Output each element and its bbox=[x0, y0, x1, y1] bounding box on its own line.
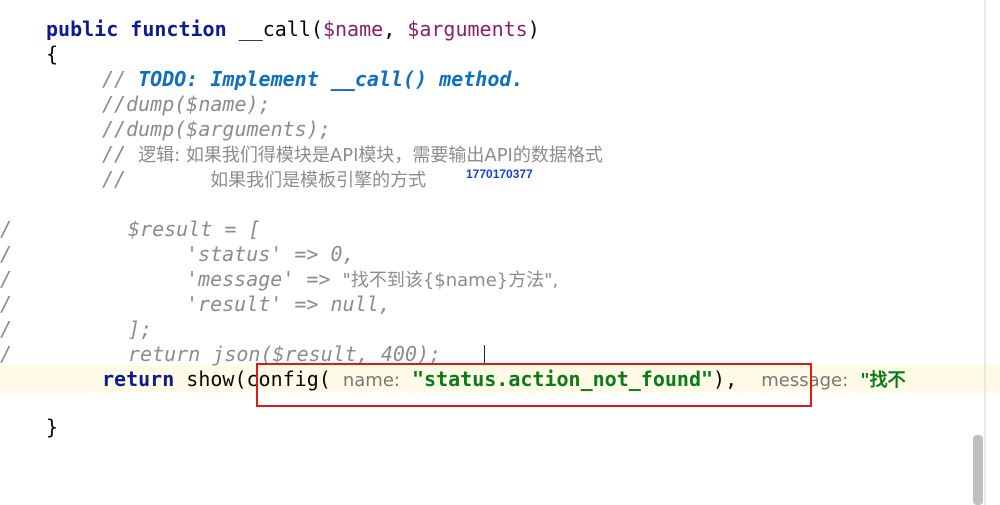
comment-prefix: // bbox=[102, 167, 127, 191]
array-value-message: "找不到该{$name}方法", bbox=[342, 270, 559, 291]
code-line-7[interactable]: // 如果我们是模板引擎的方式 bbox=[102, 167, 426, 192]
gutter-comment-mark: / bbox=[0, 267, 13, 291]
array-key-status: 'status' bbox=[186, 242, 283, 266]
gutter-comment-mark: / bbox=[0, 242, 13, 266]
keyword-public: public bbox=[46, 17, 119, 41]
text-cursor bbox=[484, 345, 485, 365]
array-key-message: 'message' bbox=[186, 267, 295, 291]
code-line-12[interactable]: ]; bbox=[128, 317, 152, 342]
code-editor[interactable]: public function __call($name, $arguments… bbox=[0, 0, 1000, 505]
param-arguments: $arguments bbox=[407, 17, 528, 41]
code-line-15[interactable]: } bbox=[46, 415, 58, 440]
highlight-annotation-box bbox=[256, 363, 812, 407]
code-line-1[interactable]: public function __call($name, $arguments… bbox=[46, 17, 540, 42]
code-line-9[interactable]: 'status' => 0, bbox=[186, 242, 355, 267]
keyword-return: return bbox=[102, 367, 175, 391]
arrow: => bbox=[294, 267, 343, 291]
param-separator: , bbox=[383, 17, 408, 41]
code-line-2[interactable]: { bbox=[46, 42, 58, 67]
param-name: $name bbox=[322, 17, 384, 41]
gutter-comment-mark: / bbox=[0, 292, 13, 316]
comment-prefix: // bbox=[102, 142, 139, 166]
watermark-text: 1770170377 bbox=[466, 167, 533, 181]
keyword-function: function bbox=[130, 17, 227, 41]
string-message-truncated: "找不 bbox=[860, 370, 906, 391]
code-line-5[interactable]: //dump($arguments); bbox=[102, 117, 331, 142]
gutter-comment-mark: / bbox=[0, 317, 13, 341]
vertical-scrollbar-track[interactable] bbox=[984, 0, 986, 505]
comment-logic-text: 逻辑: 如果我们得模块是API模块，需要输出API的数据格式 bbox=[138, 145, 603, 166]
comment-prefix: // bbox=[102, 67, 139, 91]
code-line-4[interactable]: //dump($name); bbox=[102, 92, 271, 117]
array-value-status: 0, bbox=[330, 242, 355, 266]
todo-comment: TODO: Implement __call() method. bbox=[138, 67, 524, 91]
function-name: __call( bbox=[238, 17, 323, 41]
code-line-11[interactable]: 'result' => null, bbox=[186, 292, 391, 317]
gutter-comment-mark: / bbox=[0, 342, 13, 366]
arrow: => bbox=[282, 242, 331, 266]
gutter-comment-mark: / bbox=[0, 217, 13, 241]
vertical-scrollbar-thumb[interactable] bbox=[973, 435, 983, 505]
code-line-6[interactable]: // 逻辑: 如果我们得模块是API模块，需要输出API的数据格式 bbox=[102, 142, 603, 167]
paren-close: ) bbox=[527, 17, 540, 41]
array-key-result: 'result' bbox=[186, 292, 283, 316]
comment-template-text: 如果我们是模板引擎的方式 bbox=[210, 170, 427, 191]
code-line-8[interactable]: $result = [ bbox=[128, 217, 260, 242]
arrow: => bbox=[282, 292, 331, 316]
array-value-result: null, bbox=[330, 292, 391, 316]
code-line-3[interactable]: // TODO: Implement __call() method. bbox=[102, 67, 523, 92]
code-line-10[interactable]: 'message' => "找不到该{$name}方法", bbox=[186, 267, 558, 292]
